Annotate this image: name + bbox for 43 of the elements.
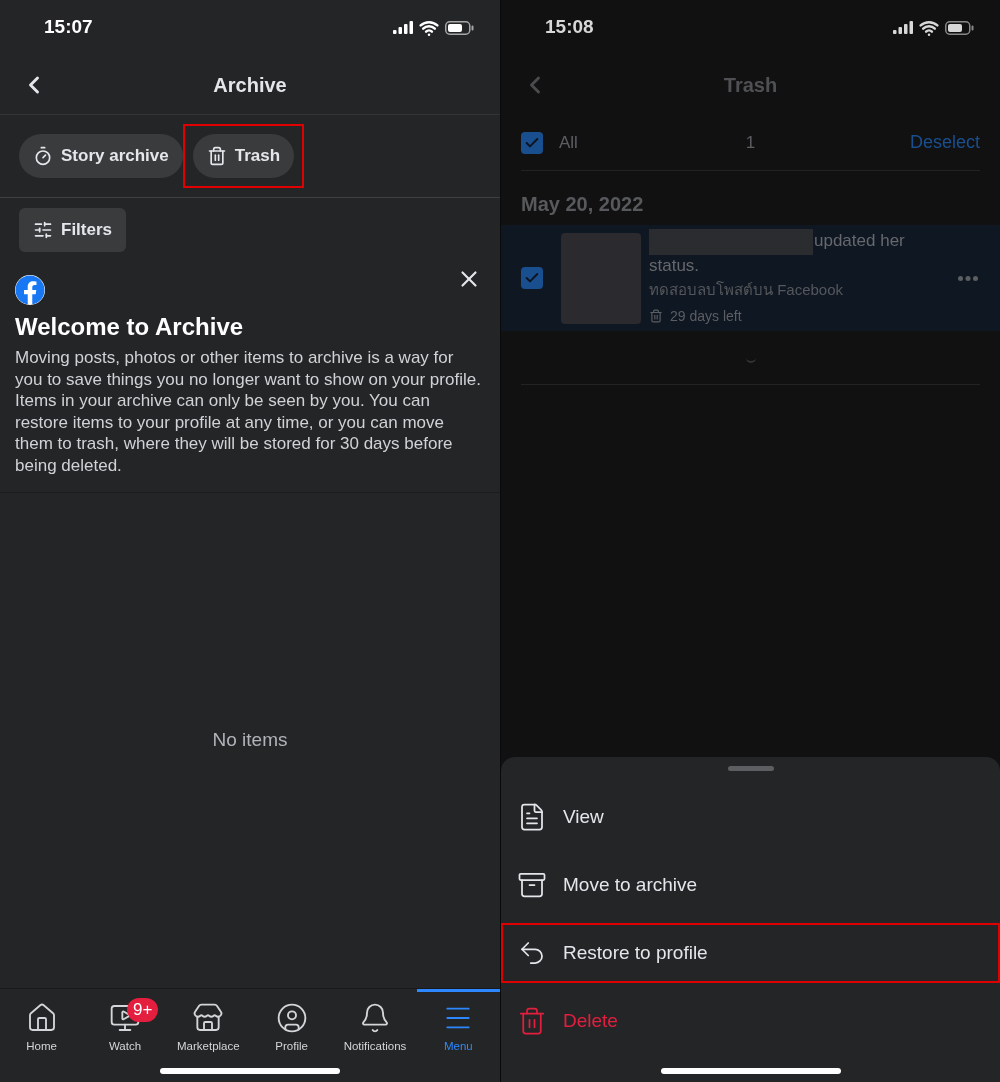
filter-chip[interactable]: Story archive (19, 134, 183, 178)
page-title: Archive (213, 72, 287, 98)
nav-tab[interactable]: 9+ Watch (83, 989, 167, 1068)
more-button[interactable] (958, 275, 978, 281)
filter-chip[interactable]: Trash (192, 134, 295, 178)
signal-icon (893, 21, 913, 34)
sheet-option[interactable]: View (501, 787, 1000, 847)
trash-icon (517, 1006, 547, 1036)
timer-icon (33, 146, 53, 166)
checkbox[interactable] (521, 267, 543, 289)
page-title: Trash (723, 73, 778, 98)
logo-icon (15, 275, 45, 305)
nav-tab[interactable]: Marketplace (166, 989, 250, 1068)
status-time: 15:08 (545, 15, 594, 40)
trash-icon (649, 309, 663, 324)
status-time: 15:07 (44, 15, 93, 40)
notification-badge: 9+ (127, 998, 159, 1022)
welcome-text: Moving posts, photos or other items to archive is a way for you to save things you no longer want to show on your profile. Items in your archive can only be seen by you. You can restore items to your profile at any time, or you can move them to trash, where they will be stored for 30 days before being deleted. (15, 347, 482, 477)
selected-count: 1 (745, 131, 756, 154)
profile-icon (275, 1002, 308, 1034)
checkbox[interactable] (521, 131, 543, 154)
select-all-label: All (559, 131, 578, 154)
date-heading: May 20, 2022 (520, 192, 645, 217)
filters-button[interactable]: Filters (19, 208, 127, 252)
sheet-handle (727, 766, 774, 771)
sheet-option[interactable]: Restore to profile (501, 923, 1000, 983)
nav-tab[interactable]: Notifications (333, 989, 417, 1068)
archive-box-icon (517, 870, 547, 900)
item-subtitle: ทดสอบลบโพสต์บน Facebook (649, 280, 845, 301)
marketplace-icon (192, 1002, 225, 1034)
nav-tab[interactable]: Home (0, 989, 84, 1068)
trash-icon (206, 146, 227, 166)
empty-text: No items (212, 728, 288, 753)
welcome-title: Welcome to Archive (15, 312, 245, 342)
item-title: updated her status. (649, 229, 906, 278)
more-icon (958, 275, 978, 281)
expiry-text: 29 days left (670, 306, 742, 326)
battery-icon (945, 20, 974, 35)
nav-tab[interactable]: Profile (250, 989, 334, 1068)
sliders-icon (33, 220, 53, 240)
signal-icon (393, 21, 413, 34)
battery-icon (445, 20, 474, 35)
sheet-option[interactable]: Move to archive (501, 855, 1000, 915)
